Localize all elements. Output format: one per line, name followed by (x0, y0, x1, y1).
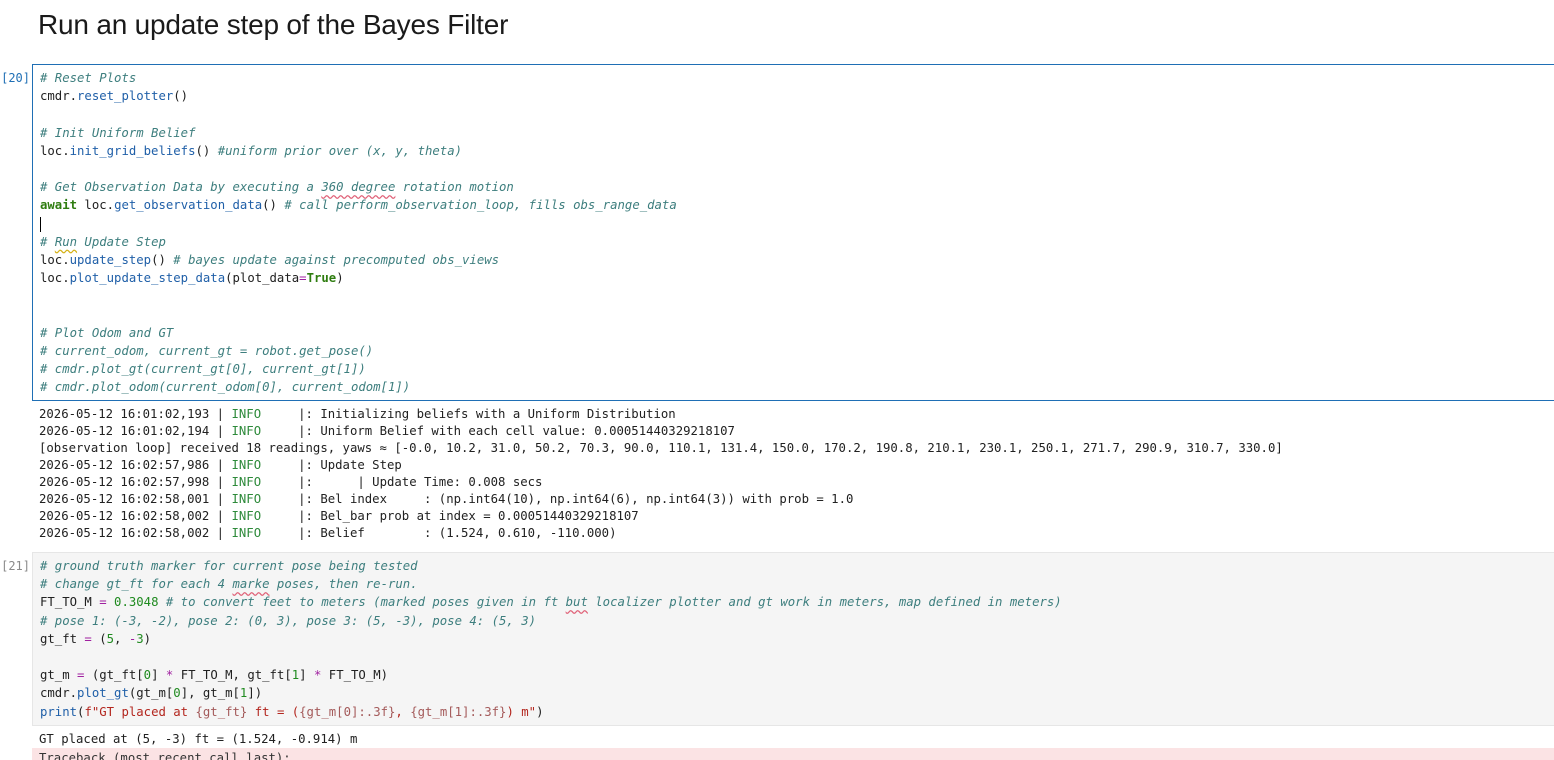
code-line: # current_odom, current_gt = robot.get_p… (40, 344, 374, 359)
code-editor-21[interactable]: # ground truth marker for current pose b… (33, 553, 1554, 721)
code-line: # Reset Plots (40, 71, 137, 85)
section-heading: Run an update step of the Bayes Filter (38, 9, 509, 40)
log-line: [observation loop] received 18 readings,… (39, 441, 1283, 455)
log-level-info: INFO (231, 509, 262, 523)
code-line: # Get Observation Data by executing a 36… (40, 180, 514, 195)
log-line: 2026-05-12 16:01:02,193 | INFO |: Initia… (39, 407, 676, 421)
log-level-info: INFO (231, 407, 262, 421)
log-level-info: INFO (231, 475, 262, 489)
code-line: # Plot Odom and GT (40, 325, 174, 340)
code-line: cmdr.plot_gt(gt_m[0], gt_m[1]) (40, 686, 263, 701)
code-line: cmdr.reset_plotter() (40, 89, 189, 104)
output-area-20: 2026-05-12 16:01:02,193 | INFO |: Initia… (32, 406, 1554, 542)
stdout-line: GT placed at (5, -3) ft = (1.524, -0.914… (39, 732, 358, 746)
code-line: await loc.get_observation_data() # call … (40, 198, 677, 213)
traceback-output: Traceback (most recent call last): (32, 748, 1554, 760)
code-line: # Init Uniform Belief (40, 125, 196, 140)
cell-prompt-20: [20]: (0, 71, 30, 85)
code-line: # ground truth marker for current pose b… (40, 559, 418, 573)
log-level-info: INFO (231, 458, 262, 472)
log-output: 2026-05-12 16:01:02,193 | INFO |: Initia… (32, 406, 1554, 542)
traceback-line: Traceback (most recent call last): (39, 751, 291, 760)
code-line: # cmdr.plot_gt(current_gt[0], current_gt… (40, 362, 366, 377)
log-line: 2026-05-12 16:02:58,002 | INFO |: Belief… (39, 526, 617, 540)
code-line: loc.update_step() # bayes update against… (40, 253, 500, 268)
code-line: # Run Update Step (40, 234, 166, 249)
code-line: FT_TO_M = 0.3048 # to convert feet to me… (40, 595, 1062, 610)
log-line: 2026-05-12 16:02:58,001 | INFO |: Bel in… (39, 492, 854, 506)
output-area-21: GT placed at (5, -3) ft = (1.524, -0.914… (32, 731, 1554, 748)
log-line: 2026-05-12 16:02:57,986 | INFO |: Update… (39, 458, 402, 472)
code-cell-20[interactable]: # Reset Plots cmdr.reset_plotter() # Ini… (32, 64, 1554, 401)
log-line: 2026-05-12 16:01:02,194 | INFO |: Unifor… (39, 424, 735, 438)
code-line: # pose 1: (-3, -2), pose 2: (0, 3), pose… (40, 613, 537, 628)
cell-prompt-21: [21]: (0, 559, 30, 573)
code-line: gt_m = (gt_ft[0] * FT_TO_M, gt_ft[1] * F… (40, 668, 389, 683)
text-cursor (40, 216, 41, 232)
code-line: # change gt_ft for each 4 marke poses, t… (40, 577, 418, 592)
code-line: print(f"GT placed at {gt_ft} ft = ({gt_m… (40, 704, 544, 719)
log-line: 2026-05-12 16:02:57,998 | INFO |: | Upda… (39, 475, 543, 489)
log-line: 2026-05-12 16:02:58,002 | INFO |: Bel_ba… (39, 509, 639, 523)
code-line: gt_ft = (5, -3) (40, 631, 152, 646)
log-level-info: INFO (231, 492, 262, 506)
code-line: # cmdr.plot_odom(current_odom[0], curren… (40, 380, 411, 395)
code-cell-21[interactable]: # ground truth marker for current pose b… (32, 552, 1554, 726)
log-level-info: INFO (231, 424, 262, 438)
code-line: loc.plot_update_step_data(plot_data=True… (40, 271, 344, 286)
code-editor-20[interactable]: # Reset Plots cmdr.reset_plotter() # Ini… (33, 65, 1554, 397)
code-line: loc.init_grid_beliefs() #uniform prior o… (40, 143, 463, 158)
log-level-info: INFO (231, 526, 262, 540)
